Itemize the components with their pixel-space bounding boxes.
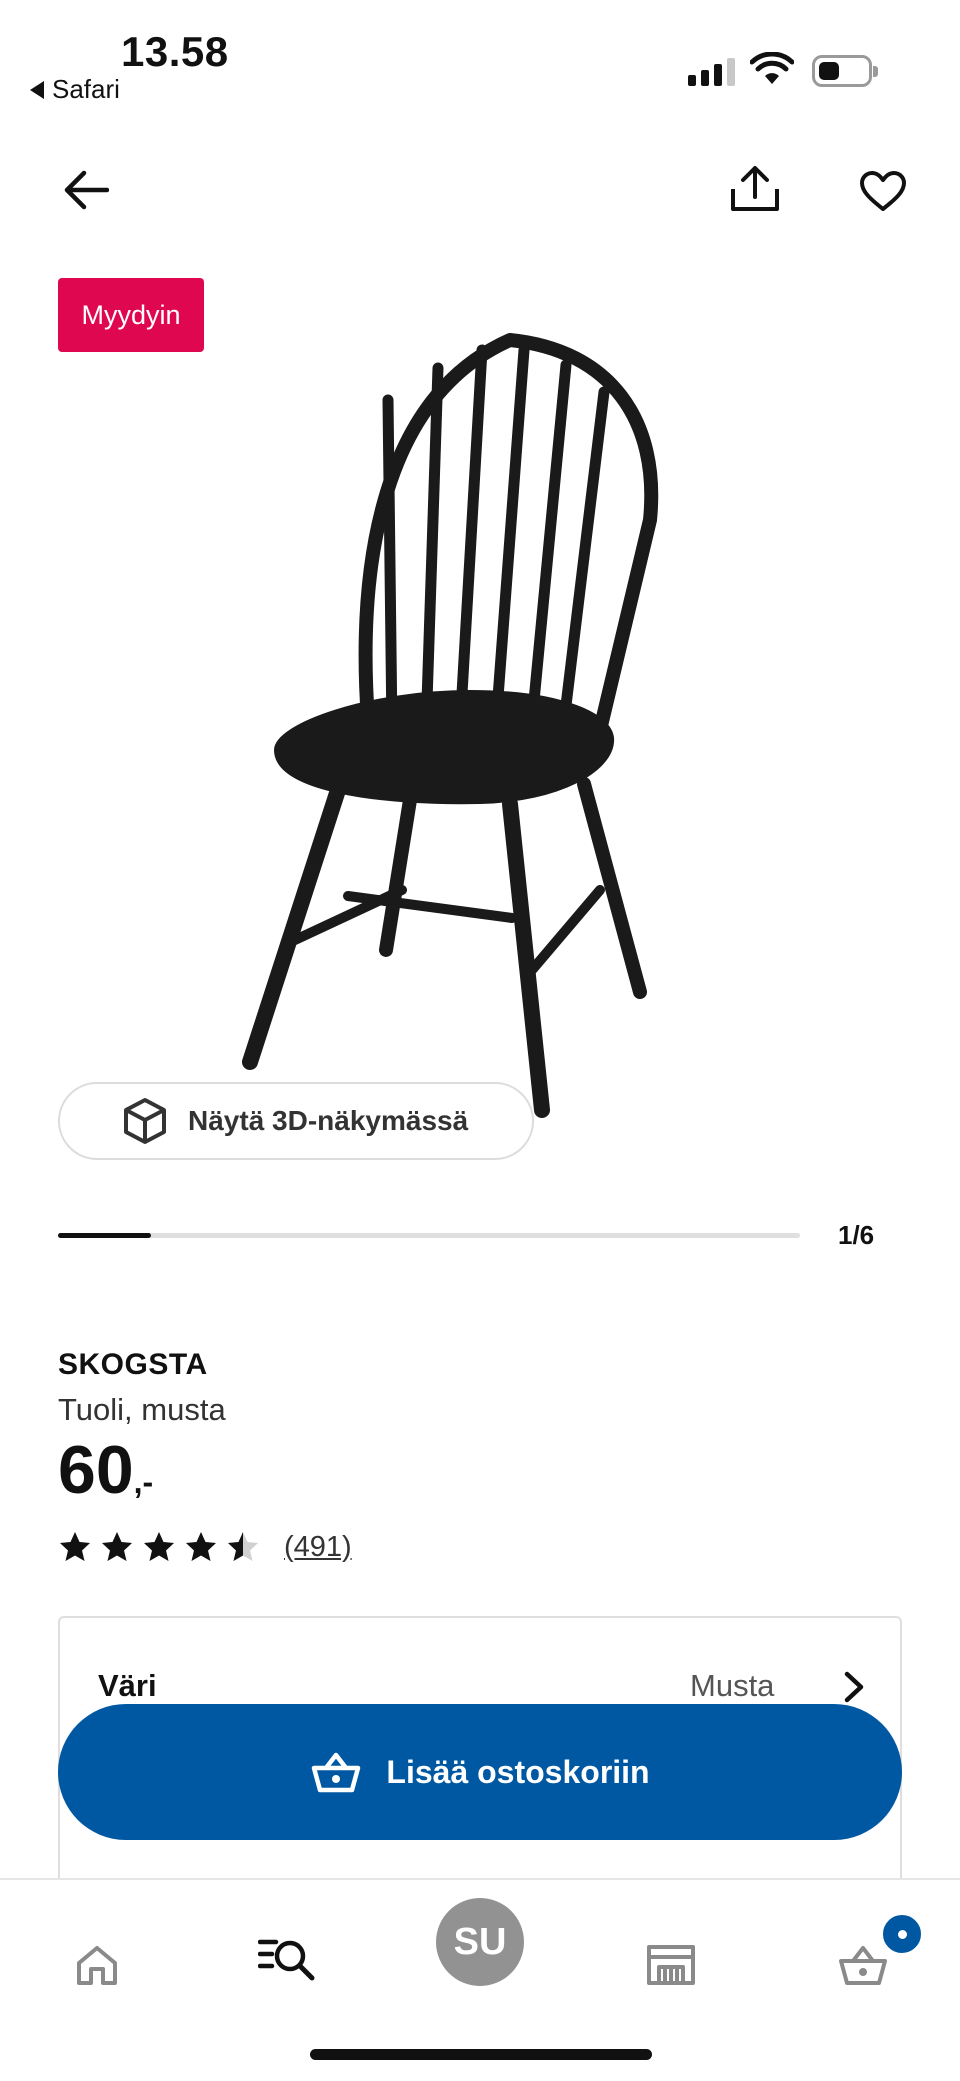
star-full-icon [144,1532,174,1561]
star-half-icon [228,1532,258,1561]
review-count-link[interactable]: (491) [284,1531,352,1564]
product-price: 60 ,- [58,1436,153,1504]
cart-badge [880,1912,924,1956]
home-icon [77,1946,117,1985]
bestseller-badge: Myydyin [58,278,204,352]
status-bar: 13.58 Safari [0,0,960,120]
tab-cart[interactable] [836,1938,890,1992]
product-rating[interactable]: (491) [58,1530,352,1564]
cellular-signal-icon [688,58,735,86]
price-main: 60 [58,1432,134,1508]
gallery-progress-fill [58,1233,151,1238]
top-nav [0,140,960,230]
status-clock: 13.58 [121,28,229,75]
price-suffix: ,- [133,1464,154,1500]
favourite-button[interactable] [848,156,918,226]
heart-icon [860,171,906,211]
add-to-cart-button[interactable]: Lisää ostoskoriin [58,1704,902,1840]
gallery-progress [58,1233,800,1238]
product-image[interactable] [220,330,700,1130]
product-name: SKOGSTA [58,1348,208,1381]
battery-icon [812,55,878,87]
gallery-counter: 1/6 [838,1220,875,1250]
store-icon [647,1945,695,1985]
back-button[interactable] [56,160,116,220]
back-app-label: Safari [52,74,120,104]
star-full-icon [60,1532,90,1561]
view-3d-button[interactable]: Näytä 3D-näkymässä [58,1082,534,1160]
product-description: Tuoli, musta [58,1392,226,1427]
search-list-icon [258,1939,315,1981]
home-indicator [310,2049,652,2060]
add-to-cart-label: Lisää ostoskoriin [386,1753,650,1790]
star-full-icon [186,1532,216,1561]
back-to-app-link[interactable]: Safari [30,74,120,105]
variant-value[interactable]: Musta [690,1668,774,1704]
cube-icon [124,1098,166,1144]
arrow-left-icon [64,170,109,210]
back-triangle-icon [30,80,44,99]
tab-search[interactable] [256,1932,320,1986]
cart-icon [839,1946,887,1985]
share-button[interactable] [720,154,790,224]
avatar[interactable]: SU [436,1898,524,1986]
chevron-right-icon[interactable] [842,1670,866,1704]
basket-icon [312,1752,361,1793]
rating-stars [58,1530,260,1564]
tab-store[interactable] [644,1938,698,1992]
wifi-icon [750,52,794,84]
variant-label: Väri [98,1668,157,1703]
view-3d-label: Näytä 3D-näkymässä [188,1105,469,1136]
star-full-icon [102,1532,132,1561]
share-icon [731,166,779,211]
tab-home[interactable] [70,1938,124,1992]
